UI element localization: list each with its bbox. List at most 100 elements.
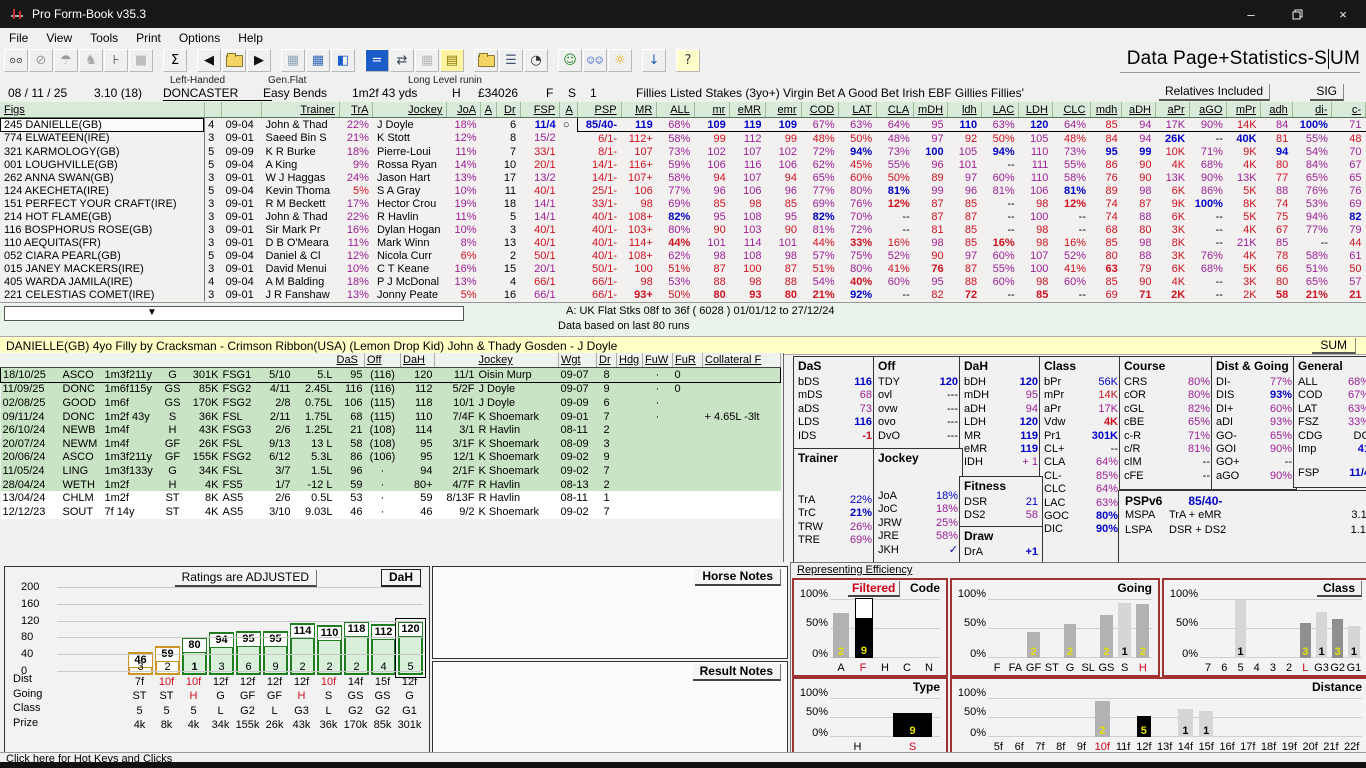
swap-columns-icon[interactable]: ⇄	[390, 49, 414, 72]
help-icon[interactable]: ?	[676, 49, 700, 72]
history-col-header-jockey[interactable]: Jockey	[477, 353, 559, 368]
history-row[interactable]: 12/12/23SOUT7f 14yST4KAS53/109.03L46·469…	[1, 505, 781, 519]
rows-icon[interactable]: =	[365, 49, 389, 72]
runners-col-header-LAT[interactable]: LAT	[839, 102, 877, 118]
class-chart-title[interactable]: Class	[1317, 581, 1362, 597]
runner-row[interactable]: 321 KARMOLOGY(GB)509-09K R Burke18%Pierr…	[0, 145, 1366, 158]
history-col-header-dah[interactable]: DaH	[401, 353, 435, 368]
history-col-header-das[interactable]: DaS	[335, 353, 365, 368]
runners-col-header-ALL[interactable]: ALL	[657, 102, 695, 118]
runners-col-header-JoA[interactable]: JoA	[447, 102, 481, 118]
runners-col-header-MR[interactable]: MR	[621, 102, 657, 118]
runner-row[interactable]: 245 DANIELLE(GB)409-04John & Thad22%J Do…	[0, 118, 1366, 132]
sig-button[interactable]: SIG	[1310, 84, 1344, 101]
runners-col-header-mPr[interactable]: mPr	[1227, 102, 1261, 118]
runner-row[interactable]: 015 JANEY MACKERS(IRE)309-01David Menui1…	[0, 262, 1366, 275]
runners-col-header-FSP[interactable]: FSP	[520, 102, 559, 118]
runners-col-header-aPr[interactable]: aPr	[1156, 102, 1190, 118]
runners-col-header-emr[interactable]: emr	[765, 102, 801, 118]
runners-col-header-Figs[interactable]: Figs	[0, 102, 204, 118]
runners-col-header-eMR[interactable]: eMR	[730, 102, 766, 118]
magnifier-icon[interactable]: ⊘	[29, 49, 53, 72]
runner-row[interactable]: 124 AKECHETA(IRE)509-04Kevin Thoma5%S A …	[0, 184, 1366, 197]
history-row[interactable]: 20/06/24ASCO1m3f211yGF155KFSG26/125.3L86…	[1, 451, 781, 465]
pin-icon[interactable]: ⊦	[104, 49, 128, 72]
menu-options[interactable]: Options	[170, 29, 229, 47]
runner-row[interactable]: 110 AEQUITAS(FR)309-01D B O'Meara11%Mark…	[0, 236, 1366, 249]
menu-file[interactable]: File	[0, 29, 37, 47]
ratings-adjusted-button[interactable]: Ratings are ADJUSTED	[175, 570, 317, 587]
runners-col-header-ldh[interactable]: ldh	[948, 102, 982, 118]
result-notes-button[interactable]: Result Notes	[693, 664, 781, 681]
runner-row[interactable]: 151 PERFECT YOUR CRAFT(IRE)309-01R M Bec…	[0, 197, 1366, 210]
history-col-header-c6[interactable]	[259, 353, 293, 368]
history-row[interactable]: 13/04/24CHLM1m2fST8KAS52/60.5L53·598/13F…	[1, 491, 781, 505]
runner-row[interactable]: 221 CELESTIAS COMET(IRE)309-01J R Fansha…	[0, 288, 1366, 301]
history-row[interactable]: 11/09/25DONC1m6f115yGS85KFSG24/112.45L11…	[1, 382, 781, 396]
history-row[interactable]: 02/08/25GOOD1m6fGS170KFSG22/80.75L106(11…	[1, 396, 781, 410]
menu-view[interactable]: View	[37, 29, 81, 47]
runners-col-header-mr[interactable]: mr	[694, 102, 729, 118]
relatives-included-button[interactable]: Relatives Included	[1159, 84, 1270, 101]
runners-col-header-adh[interactable]: adh	[1261, 102, 1293, 118]
runners-col-header-aDH[interactable]: aDH	[1122, 102, 1156, 118]
runner-row[interactable]: 001 LOUGHVILLE(GB)509-04A King9%Rossa Ry…	[0, 158, 1366, 171]
runners-col-header-Trainer[interactable]: Trainer	[261, 102, 339, 118]
open-race-icon[interactable]	[222, 49, 246, 72]
history-row[interactable]: 26/10/24NEWB1m4fH43KFSG32/61.25L21(108)1…	[1, 423, 781, 437]
runners-col-header-CLA[interactable]: CLA	[876, 102, 914, 118]
history-col-header-off[interactable]: Off	[365, 353, 401, 368]
runners-col-header-mDH[interactable]: mDH	[914, 102, 948, 118]
scroll-marker-icon[interactable]: ▼	[147, 307, 157, 318]
history-row[interactable]: 11/05/24LING1m3f133yG34KFSL3/71.5L96·942…	[1, 464, 781, 478]
history-col-header-c3[interactable]	[161, 353, 185, 368]
grid-disabled-icon[interactable]: ▦	[415, 49, 439, 72]
runners-col-header-COD[interactable]: COD	[801, 102, 839, 118]
runners-col-header-c1[interactable]	[204, 102, 222, 118]
checklist-icon[interactable]: ☰	[499, 49, 523, 72]
runners-col-header-A[interactable]: A	[560, 102, 578, 118]
sigma-icon[interactable]: Σ	[163, 49, 187, 72]
person-icon[interactable]: ☺	[558, 49, 582, 72]
prev-race-icon[interactable]: ◀	[197, 49, 221, 72]
history-row[interactable]: 28/04/24WETH1m2fH4KFS51/7-12 L59·80+4/7F…	[1, 478, 781, 492]
runners-col-header-LAC[interactable]: LAC	[981, 102, 1019, 118]
umbrella-icon[interactable]: ☂	[54, 49, 78, 72]
runners-col-header-CLC[interactable]: CLC	[1052, 102, 1090, 118]
folder-notes-icon[interactable]	[474, 49, 498, 72]
history-col-header-c11[interactable]	[435, 353, 477, 368]
next-race-icon[interactable]: ▶	[247, 49, 271, 72]
runner-row[interactable]: 262 ANNA SWAN(GB)309-01W J Haggas24%Jaso…	[0, 171, 1366, 184]
menu-tools[interactable]: Tools	[81, 29, 127, 47]
runners-col-header-c-[interactable]: c-	[1332, 102, 1366, 118]
history-row[interactable]: 18/10/25ASCO1m3f211yG301KFSG15/105.L95(1…	[1, 368, 781, 383]
runners-col-header-di-[interactable]: di-	[1292, 102, 1332, 118]
menu-print[interactable]: Print	[127, 29, 170, 47]
runners-col-header-PSP[interactable]: PSP	[577, 102, 621, 118]
dah-mode-button[interactable]: DaH	[381, 569, 421, 587]
horse-notes-button[interactable]: Horse Notes	[695, 569, 781, 586]
history-col-header-c7[interactable]	[293, 353, 335, 368]
runner-row[interactable]: 405 WARDA JAMILA(IRE)409-04A M Balding18…	[0, 275, 1366, 288]
history-col-header-c4[interactable]	[185, 353, 221, 368]
close-button[interactable]: ×	[1320, 0, 1366, 28]
history-col-header-hdg[interactable]: Hdg	[617, 353, 643, 368]
filtered-button[interactable]: Filtered	[848, 581, 900, 597]
lightbulb-icon[interactable]: ☼	[608, 49, 632, 72]
history-col-header-fur[interactable]: FuR	[673, 353, 703, 368]
menu-help[interactable]: Help	[229, 29, 272, 47]
blank-icon[interactable]: ■	[129, 49, 153, 72]
binoculars-icon[interactable]: ⊙⊙	[4, 49, 28, 72]
grid-plain-icon[interactable]: ▦	[281, 49, 305, 72]
history-col-header-dr[interactable]: Dr	[597, 353, 617, 368]
runners-col-header-mdh[interactable]: mdh	[1090, 102, 1122, 118]
history-row[interactable]: 09/11/24DONC1m2f 43yS36KFSL2/111.75L68(1…	[1, 410, 781, 424]
history-col-header-c1[interactable]	[61, 353, 103, 368]
runners-col-header-A[interactable]: A	[481, 102, 497, 118]
horizontal-scrollbar[interactable]: ▼	[4, 306, 464, 321]
history-col-header-wgt[interactable]: Wgt	[559, 353, 597, 368]
minimize-button[interactable]: –	[1228, 0, 1274, 28]
course-name[interactable]: DONCASTER	[163, 86, 272, 101]
restore-button[interactable]	[1274, 0, 1320, 28]
runners-col-header-Dr[interactable]: Dr	[496, 102, 520, 118]
